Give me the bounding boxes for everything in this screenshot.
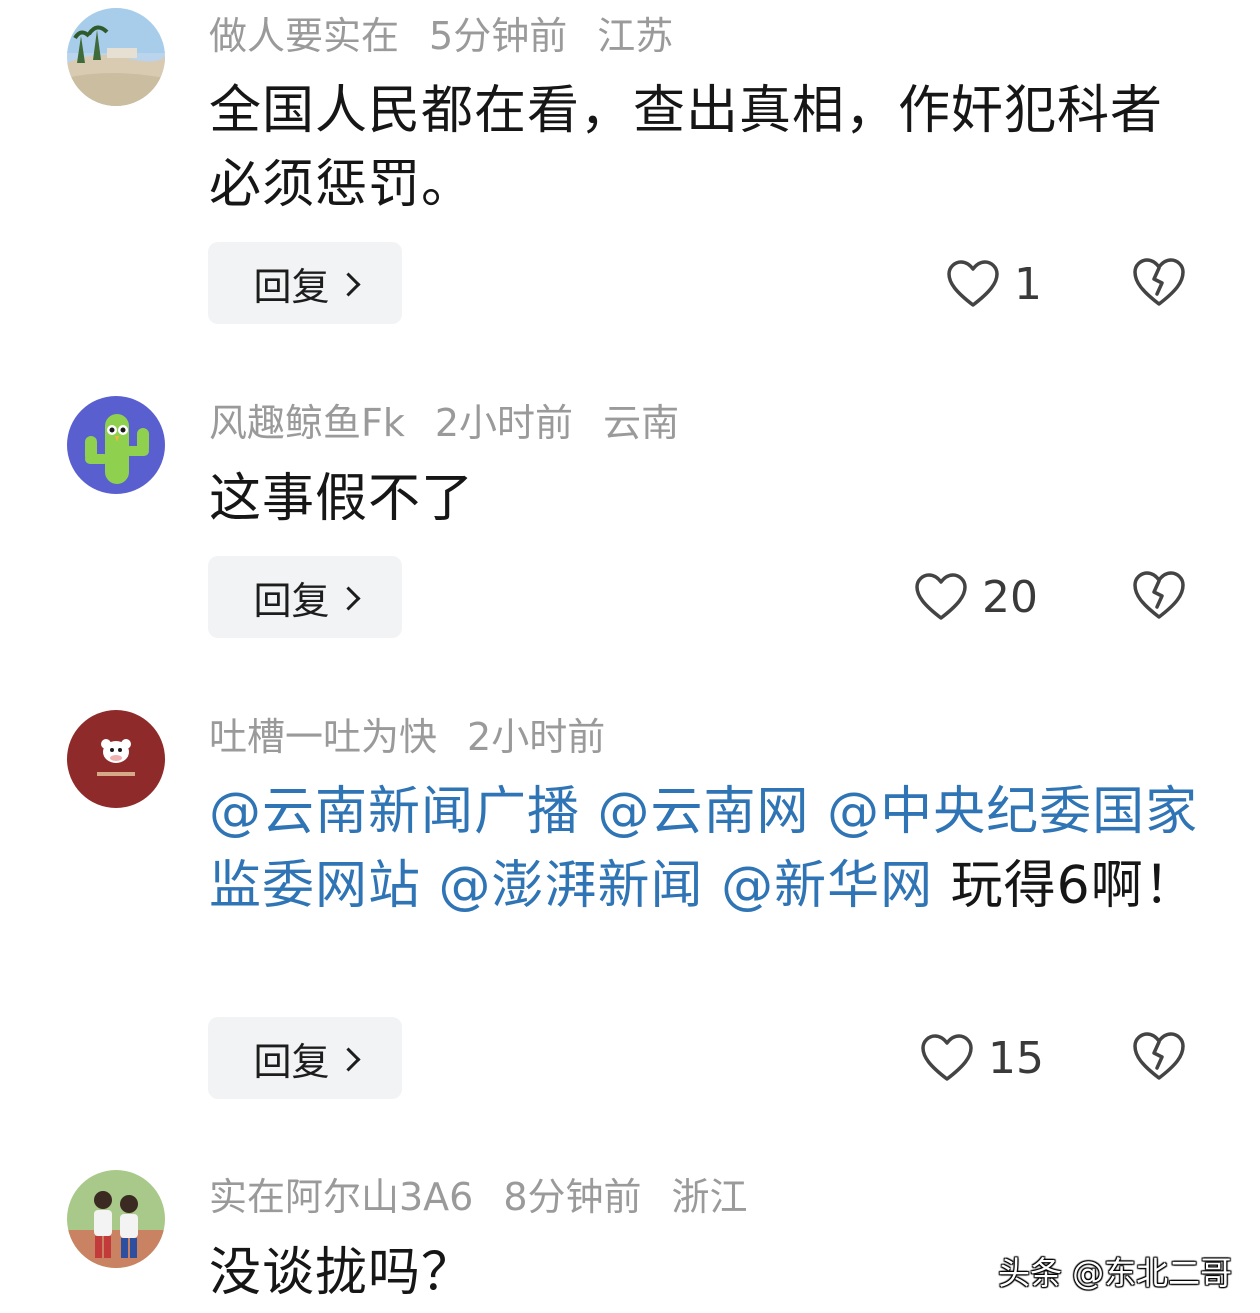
- like-button[interactable]: 1: [946, 254, 1042, 314]
- reply-label: 回复: [253, 578, 330, 623]
- chevron-right-icon: [335, 585, 361, 611]
- comment-text: 全国人民都在看，查出真相，作奸犯科者必须惩罚。: [209, 81, 1164, 215]
- comment-text: 这事假不了: [209, 469, 475, 529]
- reply-button[interactable]: 回复: [208, 1017, 402, 1099]
- username[interactable]: 实在阿尔山3A6: [209, 1175, 473, 1219]
- reply-label: 回复: [253, 1039, 330, 1084]
- location: 浙江: [671, 1175, 748, 1219]
- like-count: 1: [1014, 258, 1042, 310]
- broken-heart-icon[interactable]: [1131, 567, 1187, 623]
- avatar[interactable]: [67, 8, 165, 106]
- mention-link[interactable]: @云南网: [598, 782, 810, 842]
- comment-meta: 实在阿尔山3A6 8分钟前 浙江: [209, 1175, 778, 1219]
- comment-text: @云南新闻广播 @云南网 @中央纪委国家监委网站 @澎湃新闻 @新华网 玩得6啊…: [209, 775, 1209, 923]
- reply-label: 回复: [253, 264, 330, 309]
- avatar[interactable]: [67, 1170, 165, 1268]
- chevron-right-icon: [335, 1046, 361, 1072]
- broken-heart-icon[interactable]: [1131, 254, 1187, 310]
- like-button[interactable]: 20: [914, 567, 1038, 627]
- avatar[interactable]: [67, 710, 165, 808]
- username[interactable]: 做人要实在: [209, 14, 399, 58]
- comment-text-tail: 玩得6啊！: [950, 856, 1197, 916]
- like-count: 15: [988, 1032, 1044, 1084]
- timestamp: 2小时前: [467, 715, 606, 759]
- watermark: 头条 @东北二哥: [998, 1254, 1233, 1292]
- mention-link[interactable]: @澎湃新闻: [439, 856, 704, 916]
- broken-heart-icon[interactable]: [1131, 1028, 1187, 1084]
- like-button[interactable]: 15: [920, 1028, 1044, 1088]
- comment-meta: 做人要实在 5分钟前 江苏: [209, 14, 703, 58]
- username[interactable]: 风趣鲸鱼Fk: [209, 401, 405, 445]
- reply-button[interactable]: 回复: [208, 242, 402, 324]
- mention-link[interactable]: @云南新闻广播: [209, 782, 580, 842]
- reply-button[interactable]: 回复: [208, 556, 402, 638]
- mention-link[interactable]: @新华网: [721, 856, 933, 916]
- heart-icon: [947, 260, 999, 307]
- avatar[interactable]: [67, 396, 165, 494]
- like-count: 20: [982, 571, 1038, 623]
- chevron-right-icon: [335, 271, 361, 297]
- username[interactable]: 吐槽一吐为快: [209, 715, 437, 759]
- comment-meta: 吐槽一吐为快 2小时前: [209, 715, 635, 759]
- timestamp: 2小时前: [434, 401, 574, 445]
- heart-icon: [921, 1034, 973, 1081]
- timestamp: 8分钟前: [503, 1175, 642, 1219]
- comment-meta: 风趣鲸鱼Fk 2小时前 云南: [209, 401, 709, 445]
- heart-icon: [915, 573, 967, 620]
- location: 云南: [603, 401, 680, 445]
- timestamp: 5分钟前: [429, 14, 568, 58]
- location: 江苏: [597, 14, 674, 58]
